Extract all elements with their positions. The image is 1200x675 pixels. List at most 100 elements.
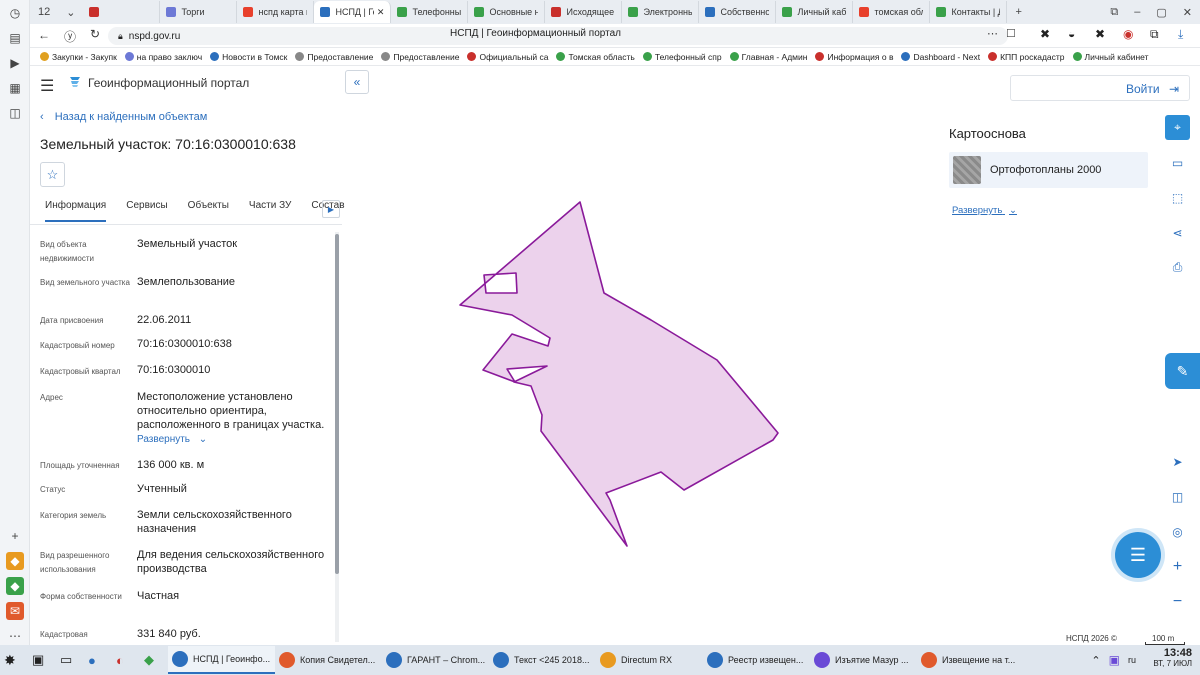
menu-icon[interactable]: ☰ [40,76,54,96]
print-icon[interactable]: ⎙ [1165,255,1190,280]
bookmark-item[interactable]: Личный кабинет [1072,52,1148,62]
tray-chevron-icon[interactable]: ⌃ [1087,646,1104,674]
reload-icon[interactable]: ↻ [90,27,100,41]
yandex-browser-icon[interactable]: ● [84,646,112,674]
area-select-icon[interactable]: ⬚ [1165,185,1190,210]
play-icon[interactable]: ▶ [6,54,24,72]
downloads-icon[interactable]: ⤓ [1178,27,1183,42]
tray-app-icon[interactable]: ▣ [1105,646,1124,674]
folder-icon[interactable]: ▭ [56,646,84,674]
taskbar-app[interactable]: ГАРАНТ – Chrom... [382,646,489,674]
basemap-expand-link[interactable]: Развернуть ⌄ [952,205,1017,216]
bookmark-item[interactable]: Информация о в [815,52,893,62]
extensions-icon[interactable]: ⧉ [1150,27,1159,42]
tab-services[interactable]: Сервисы [126,200,167,222]
history-icon[interactable]: ◷ [6,4,24,22]
tab-objects[interactable]: Объекты [188,200,229,222]
directum-icon[interactable]: ◆ [6,552,24,570]
browser-tab[interactable]: Личный каб [776,1,854,23]
apps-icon[interactable]: ◆ [140,646,168,674]
minimize-button[interactable]: – [1126,6,1148,18]
maximize-button[interactable]: ▢ [1148,6,1174,19]
calendar-icon[interactable]: ▦ [6,79,24,97]
login-button[interactable]: Войти ⇥ [1126,82,1179,96]
bookmark-item[interactable]: Предоставление [295,52,373,62]
chat-button[interactable]: ☰ [1115,532,1161,578]
browser-tab[interactable]: нспд карта п [237,1,315,23]
ruler-icon[interactable]: ▭ [1165,150,1190,175]
close-tab-icon[interactable]: ✕ [377,7,385,18]
taskbar-app[interactable]: Изъятие Мазур ... [810,646,917,674]
ext-icon-1[interactable]: ✖ [1040,27,1050,41]
new-tab-button[interactable]: + [1007,6,1029,18]
bookmark-item[interactable]: КПП роскадастр [988,52,1065,62]
favorite-button[interactable]: ☆ [40,162,65,187]
parcel-polygon[interactable] [459,201,779,547]
tabs-next-button[interactable]: ▶ [322,200,340,218]
language-indicator[interactable]: ru [1124,646,1140,674]
collections-icon[interactable]: ▤ [6,29,24,47]
browser-tab[interactable]: НСПД | Ге ✕ [314,1,392,23]
bookmark-item[interactable]: на право заключ [124,52,202,62]
page-menu-icon[interactable]: ⋯ [987,27,998,40]
screenshot-icon[interactable]: ◫ [6,104,24,122]
browser-tab[interactable]: Собственно [699,1,777,23]
browser-tab[interactable]: Контакты | Д [930,1,1008,23]
select-tool-icon[interactable]: ⌖ [1165,115,1190,140]
taskbar-app[interactable]: НСПД | Геоинфо... [168,646,275,674]
expand-address-link[interactable]: Развернуть ⌄ [137,434,207,445]
browser-tab[interactable]: Телефонный [391,1,469,23]
bookmark-item[interactable]: Главная - Админ [729,52,807,62]
share-icon[interactable]: ⋖ [1165,220,1190,245]
market-icon[interactable]: ◆ [6,577,24,595]
taskbar-app[interactable]: Извещение на т... [917,646,1024,674]
clock[interactable]: 13:48 ВТ, 7 ИЮЛ [1140,647,1192,668]
zoom-in-button[interactable]: + [1165,554,1190,579]
layers-icon[interactable]: ◫ [1165,484,1190,509]
tab-counter[interactable]: 12 [30,6,58,18]
bookmark-item[interactable]: Официальный са [467,52,548,62]
close-window-button[interactable]: ✕ [1175,6,1200,19]
bookmark-icon[interactable]: ☐ [1006,27,1016,40]
ext-icon-4[interactable]: ◉ [1123,27,1133,41]
add-panel-icon[interactable]: + [6,527,24,545]
start-icon[interactable]: ✸ [0,646,28,674]
browser-tab[interactable] [83,1,161,23]
basemap-item[interactable]: Ортофотопланы 2000 [949,152,1148,188]
browser-tab[interactable]: Основные на [468,1,546,23]
taskbar-app[interactable]: Копия Свидетел... [275,646,382,674]
bookmark-item[interactable]: Dashboard - Next [901,52,980,62]
locate-icon[interactable]: ◎ [1165,519,1190,544]
browser-tab[interactable]: Электронны [622,1,700,23]
side-chat-icon[interactable]: ✎ [1165,353,1200,389]
pin-icon[interactable]: ⧉ [1102,6,1126,19]
back-icon[interactable]: ← [38,28,50,42]
mail-app-icon[interactable]: ✉ [6,602,24,620]
collapse-panel-button[interactable]: « [345,70,369,94]
zoom-out-button[interactable]: − [1165,589,1190,614]
ext-icon-3[interactable]: ✖ [1095,27,1105,41]
yandex-icon[interactable]: ⓨ [64,28,76,45]
c-app-icon[interactable]: ◐ [112,646,140,674]
panel-scrollbar-thumb[interactable] [335,234,339,574]
bookmark-item[interactable]: Предоставление [381,52,459,62]
browser-tab[interactable]: Торги [160,1,238,23]
back-to-results-link[interactable]: ‹ Назад к найденным объектам [40,111,207,123]
taskbar-app[interactable]: Directum RX [596,646,703,674]
more-icon[interactable]: ⋯ [6,627,24,645]
window-icon[interactable]: ▣ [28,646,56,674]
browser-tab[interactable]: Исходящее п [545,1,623,23]
taskbar-app[interactable]: Реестр извещен... [703,646,810,674]
tab-info[interactable]: Информация [45,200,107,222]
map-canvas[interactable] [370,100,930,645]
browser-tab[interactable]: томская обл [853,1,931,23]
tabs-menu-icon[interactable]: ⌄ [58,6,83,19]
bookmark-item[interactable]: Закупки - Закупк [40,52,117,62]
navigate-icon[interactable]: ➤ [1165,449,1190,474]
ext-icon-2[interactable]: ◒ [1068,27,1075,41]
bookmark-item[interactable]: Новости в Томск [210,52,287,62]
taskbar-app[interactable]: Текст <245 2018... [489,646,596,674]
tab-parts[interactable]: Части ЗУ [249,200,291,222]
bookmark-item[interactable]: Томская область [556,52,635,62]
bookmark-item[interactable]: Телефонный спр [642,52,722,62]
